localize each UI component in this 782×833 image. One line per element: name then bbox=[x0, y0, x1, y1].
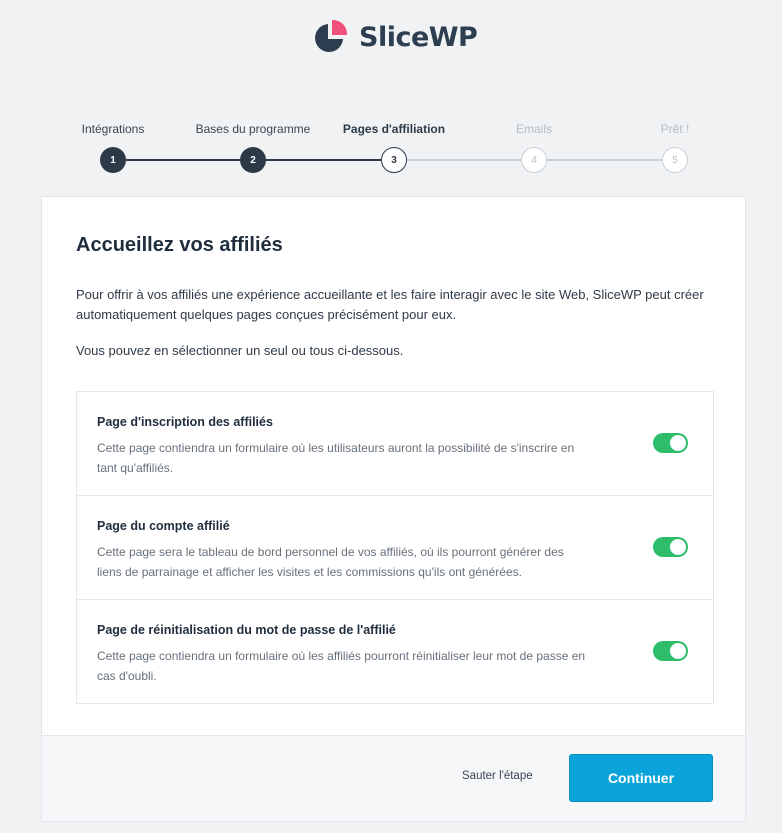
step-dot-2: 2 bbox=[240, 147, 266, 173]
setup-card: Accueillez vos affiliés Pour offrir à vo… bbox=[41, 196, 746, 822]
account-page-toggle[interactable] bbox=[653, 537, 688, 557]
option-description: Cette page contiendra un formulaire où l… bbox=[97, 441, 575, 475]
card-title: Accueillez vos affiliés bbox=[76, 234, 283, 256]
step-dot-5: 5 bbox=[662, 147, 688, 173]
toggle-knob bbox=[670, 539, 686, 555]
slicewp-logo-icon bbox=[315, 19, 348, 52]
option-title: Page d'inscription des affiliés bbox=[97, 415, 273, 429]
option-account-page: Page du compte affilié Cette page sera l… bbox=[77, 496, 713, 600]
continue-button[interactable]: Continuer bbox=[569, 754, 713, 802]
step-label-affiliate-pages: Pages d'affiliation bbox=[342, 122, 446, 136]
intro-text: Pour offrir à vos affiliés une expérienc… bbox=[76, 287, 704, 322]
step-connector bbox=[407, 159, 521, 161]
option-password-reset-page: Page de réinitialisation du mot de passe… bbox=[77, 600, 713, 703]
registration-page-toggle[interactable] bbox=[653, 433, 688, 453]
brand-name: SliceWP bbox=[359, 21, 478, 53]
step-label-ready: Prêt ! bbox=[660, 122, 690, 136]
toggle-knob bbox=[670, 643, 686, 659]
option-title: Page du compte affilié bbox=[97, 519, 230, 533]
option-title: Page de réinitialisation du mot de passe… bbox=[97, 623, 396, 637]
step-dot-1: 1 bbox=[100, 147, 126, 173]
step-label-emails: Emails bbox=[515, 122, 553, 136]
password-reset-page-toggle[interactable] bbox=[653, 641, 688, 661]
wizard-stepper: Intégrations Bases du programme Pages d'… bbox=[0, 118, 782, 178]
step-connector bbox=[547, 159, 662, 161]
brand-logo: SliceWP bbox=[311, 17, 478, 57]
step-connector bbox=[126, 159, 240, 161]
option-registration-page: Page d'inscription des affiliés Cette pa… bbox=[77, 392, 713, 496]
step-dot-4: 4 bbox=[521, 147, 547, 173]
intro-text-select: Vous pouvez en sélectionner un seul ou t… bbox=[76, 343, 404, 358]
step-connector bbox=[266, 159, 381, 161]
option-description: Cette page sera le tableau de bord perso… bbox=[97, 545, 564, 579]
card-footer: Sauter l'étape Continuer bbox=[42, 735, 745, 821]
skip-step-link[interactable]: Sauter l'étape bbox=[462, 770, 533, 782]
step-label-program-basics: Bases du programme bbox=[195, 122, 311, 136]
toggle-knob bbox=[670, 435, 686, 451]
step-dot-3: 3 bbox=[381, 147, 407, 173]
step-label-integrations: Intégrations bbox=[81, 122, 145, 136]
page-options-list: Page d'inscription des affiliés Cette pa… bbox=[76, 391, 714, 704]
option-description: Cette page contiendra un formulaire où l… bbox=[97, 649, 586, 683]
